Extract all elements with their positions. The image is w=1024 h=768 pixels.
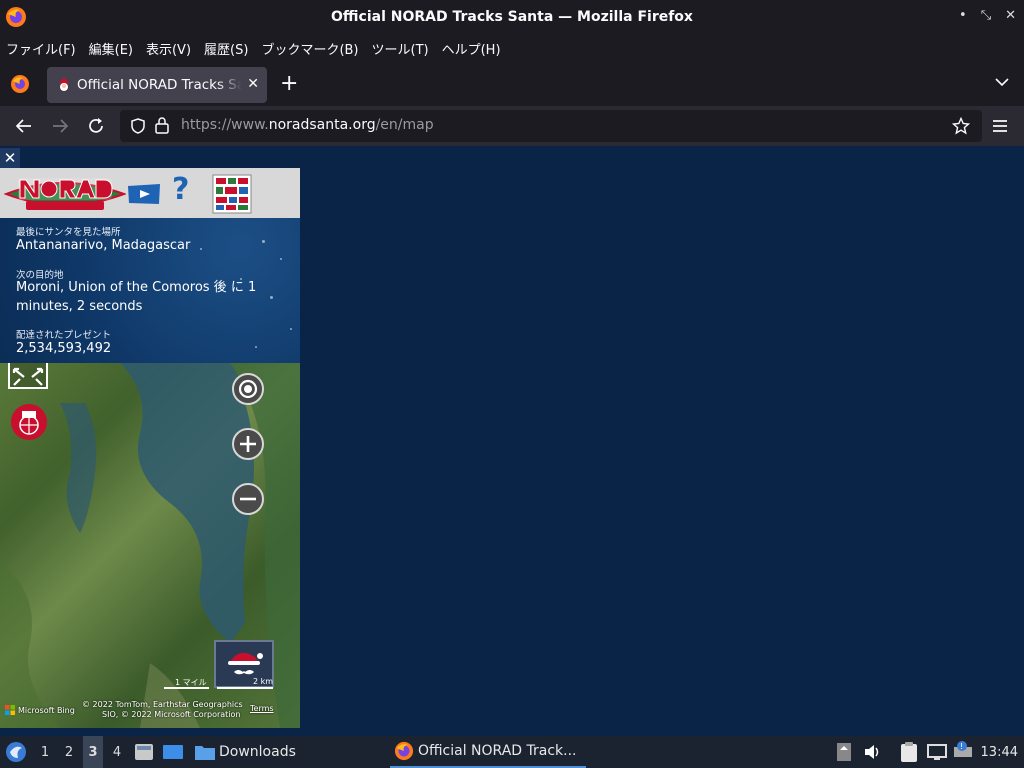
new-tab-icon[interactable]: + (280, 71, 298, 96)
system-clock[interactable]: 13:44 (981, 736, 1018, 768)
tab-title: Official NORAD Tracks Santa (77, 77, 242, 93)
clipboard-icon[interactable] (898, 736, 920, 768)
chevron-down-icon[interactable] (994, 74, 1010, 90)
workspace-4[interactable]: 4 (108, 736, 126, 768)
start-menu-icon[interactable] (4, 736, 28, 768)
workspace-1[interactable]: 1 (36, 736, 54, 768)
map-attribution-2: SIO, © 2022 Microsoft Corporation (102, 710, 241, 719)
taskbar-firefox-task[interactable]: Official NORAD Track... (390, 736, 586, 768)
forward-arrow-icon[interactable] (50, 116, 70, 136)
menu-help[interactable]: ヘルプ(H) (442, 39, 501, 58)
updates-icon[interactable]: ! (952, 736, 974, 768)
menu-edit[interactable]: 編集(E) (89, 39, 133, 58)
menu-file[interactable]: ファイル(F) (6, 39, 76, 58)
shield-icon[interactable] (129, 117, 147, 135)
santa-favicon-icon (59, 77, 69, 91)
scale-km: 2 km (253, 677, 274, 686)
reload-icon[interactable] (86, 116, 106, 136)
firefox-logo-icon (6, 7, 26, 27)
window-title: Official NORAD Tracks Santa — Mozilla Fi… (331, 9, 693, 25)
tracking-info: 最後にサンタを見た場所 Antananarivo, Madagascar 次の目… (0, 218, 300, 363)
network-icon[interactable] (926, 736, 948, 768)
tracker-panel: ? 最後にサンタを見た場所 Antananarivo, Madagascar 次… (0, 168, 300, 728)
menu-view[interactable]: 表示(V) (146, 39, 191, 58)
satellite-map[interactable]: 1 マイル 2 km Microsoft Bing © 2022 TomTom,… (0, 363, 300, 728)
close-panel-button[interactable]: ✕ (0, 148, 20, 168)
page-content: ✕ ? 最後にサンタを見た場所 Antananarivo, Madagascar… (0, 146, 1024, 736)
lock-icon[interactable] (154, 116, 170, 134)
map-terms-link[interactable]: Terms (250, 704, 274, 713)
map-provider: Microsoft Bing (18, 706, 75, 715)
star-icon[interactable] (952, 117, 970, 135)
gifts-value: 2,534,593,492 (16, 341, 112, 356)
taskbar-downloads-folder[interactable]: Downloads (194, 736, 296, 768)
tab-close-icon[interactable]: ✕ (247, 76, 259, 92)
firefox-view-icon[interactable] (9, 73, 31, 95)
firefox-task-label: Official NORAD Track... (418, 743, 577, 759)
map-attribution-1: © 2022 TomTom, Earthstar Geographics (82, 700, 243, 709)
url-text[interactable]: https://www.noradsanta.org/en/map (181, 117, 434, 133)
tab-norad[interactable]: Official NORAD Tracks Santa ✕ (47, 67, 267, 103)
menu-tools[interactable]: ツール(T) (372, 39, 429, 58)
back-arrow-icon[interactable] (14, 116, 34, 136)
workspace-2[interactable]: 2 (60, 736, 78, 768)
file-manager-icon[interactable] (134, 736, 154, 768)
help-question-icon[interactable]: ? (172, 172, 189, 207)
url-bar[interactable]: https://www.noradsanta.org/en/map (120, 110, 982, 142)
zoom-out-button[interactable] (232, 483, 264, 515)
zoom-in-button[interactable] (232, 428, 264, 460)
menu-bar: ファイル(F) 編集(E) 表示(V) 履歴(S) ブックマーク(B) ツール(… (0, 34, 1024, 62)
microsoft-logo-icon (5, 705, 15, 715)
title-bar: Official NORAD Tracks Santa — Mozilla Fi… (0, 0, 1024, 34)
plus-icon (240, 436, 256, 452)
menu-bookmarks[interactable]: ブックマーク(B) (261, 39, 358, 58)
norad-tracks-santa-logo[interactable] (4, 172, 126, 214)
video-play-icon[interactable] (126, 182, 162, 206)
tab-strip: Official NORAD Tracks Santa ✕ + (0, 62, 1024, 106)
firefox-taskbar-icon (394, 741, 414, 761)
taskbar: 1 2 3 4 Downloads Official NORAD Track..… (0, 736, 1024, 768)
minus-icon (240, 497, 256, 501)
downloads-label: Downloads (219, 744, 296, 760)
notification-scroll-icon[interactable] (836, 736, 852, 768)
menu-history[interactable]: 履歴(S) (204, 39, 248, 58)
next-stop-value: Moroni, Union of the Comoros 後 に 1 minut… (16, 280, 257, 314)
svg-text:!: ! (960, 742, 963, 751)
workspace-3[interactable]: 3 (83, 736, 103, 768)
close-icon[interactable]: ✕ (1005, 8, 1016, 23)
panel-header: ? (0, 168, 300, 218)
volume-icon[interactable] (862, 736, 882, 768)
minimize-icon[interactable]: • (959, 8, 967, 23)
hamburger-menu-icon[interactable] (990, 116, 1010, 136)
advent-calendar-icon[interactable] (212, 174, 252, 214)
fullscreen-expand-icon[interactable] (8, 363, 48, 389)
desktop-icon[interactable] (162, 736, 184, 768)
santa-sleigh-marker-icon[interactable] (10, 403, 48, 441)
folder-icon (195, 746, 215, 760)
locate-santa-button[interactable] (232, 373, 264, 405)
last-seen-value: Antananarivo, Madagascar (16, 238, 191, 253)
target-icon (238, 379, 258, 399)
restore-icon[interactable]: ⤡ (981, 8, 991, 23)
navigation-bar: https://www.noradsanta.org/en/map (0, 106, 1024, 146)
